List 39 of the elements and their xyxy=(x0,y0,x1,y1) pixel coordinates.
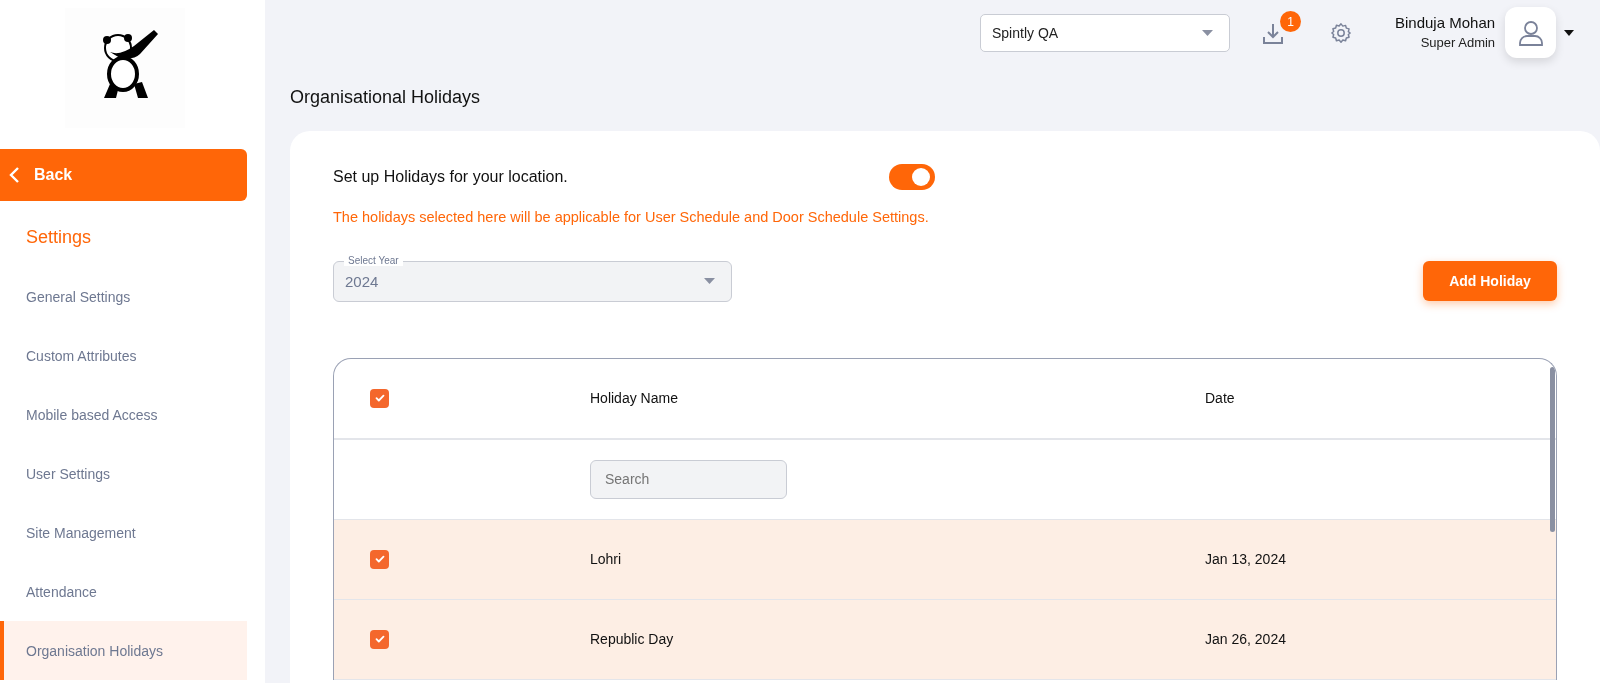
page-title: Organisational Holidays xyxy=(290,86,482,108)
caret-icon[interactable] xyxy=(1564,30,1575,36)
site-select[interactable]: Spintly QA xyxy=(980,14,1230,52)
search-field[interactable]: Search xyxy=(590,459,787,499)
table-cell-text: Jan 26, 2024 xyxy=(1205,631,1287,648)
table-cell-text: Republic Day xyxy=(590,631,675,648)
table-row[interactable]: Republic Day Jan 26, 2024 xyxy=(334,599,1556,680)
checkbox[interactable] xyxy=(370,549,389,569)
sidebar-item[interactable]: User Settings xyxy=(0,444,247,503)
avatar-button[interactable] xyxy=(1505,7,1557,58)
notification-badge: 1 xyxy=(1280,11,1301,32)
table-cell-text: Jan 13, 2024 xyxy=(1205,551,1287,568)
setup-label: Set up Holidays for your location. xyxy=(333,167,569,186)
sidebar-item[interactable]: Mobile based Access xyxy=(0,385,247,444)
download-icon[interactable] xyxy=(1260,21,1286,47)
user-role: Super Admin xyxy=(1420,35,1496,50)
section-title: Settings xyxy=(26,225,93,249)
column-header: Date xyxy=(1205,390,1236,407)
checkbox[interactable] xyxy=(370,629,389,649)
sidebar-item[interactable]: Attendance xyxy=(0,562,247,621)
sidebar-item[interactable]: Custom Attributes xyxy=(0,326,247,385)
caret-icon xyxy=(704,278,715,285)
checkbox[interactable] xyxy=(370,388,389,408)
back-button[interactable]: Back xyxy=(0,149,247,201)
user-icon xyxy=(1516,18,1545,47)
table-cell-text: Lohri xyxy=(590,551,623,568)
caret-icon xyxy=(1202,30,1213,36)
scrollbar[interactable] xyxy=(1550,366,1555,532)
sidebar-item[interactable]: Site Management xyxy=(0,503,247,562)
add-holiday-button[interactable]: Add Holiday xyxy=(1423,260,1557,301)
user-name: Binduja Mohan xyxy=(1395,14,1496,31)
table-row[interactable]: Lohri Jan 13, 2024 xyxy=(334,519,1556,600)
holidays-toggle[interactable] xyxy=(889,163,935,190)
chevron-left-icon xyxy=(8,166,20,184)
settings-icon[interactable] xyxy=(1330,22,1352,44)
info-note: The holidays selected here will be applicable for User Schedule and Door Schedule Settings. xyxy=(333,208,930,225)
sidebar-item[interactable]: General Settings xyxy=(0,267,247,326)
sidebar-item[interactable]: Organisation Holidays xyxy=(0,621,247,680)
column-header: Holiday Name xyxy=(590,390,679,407)
